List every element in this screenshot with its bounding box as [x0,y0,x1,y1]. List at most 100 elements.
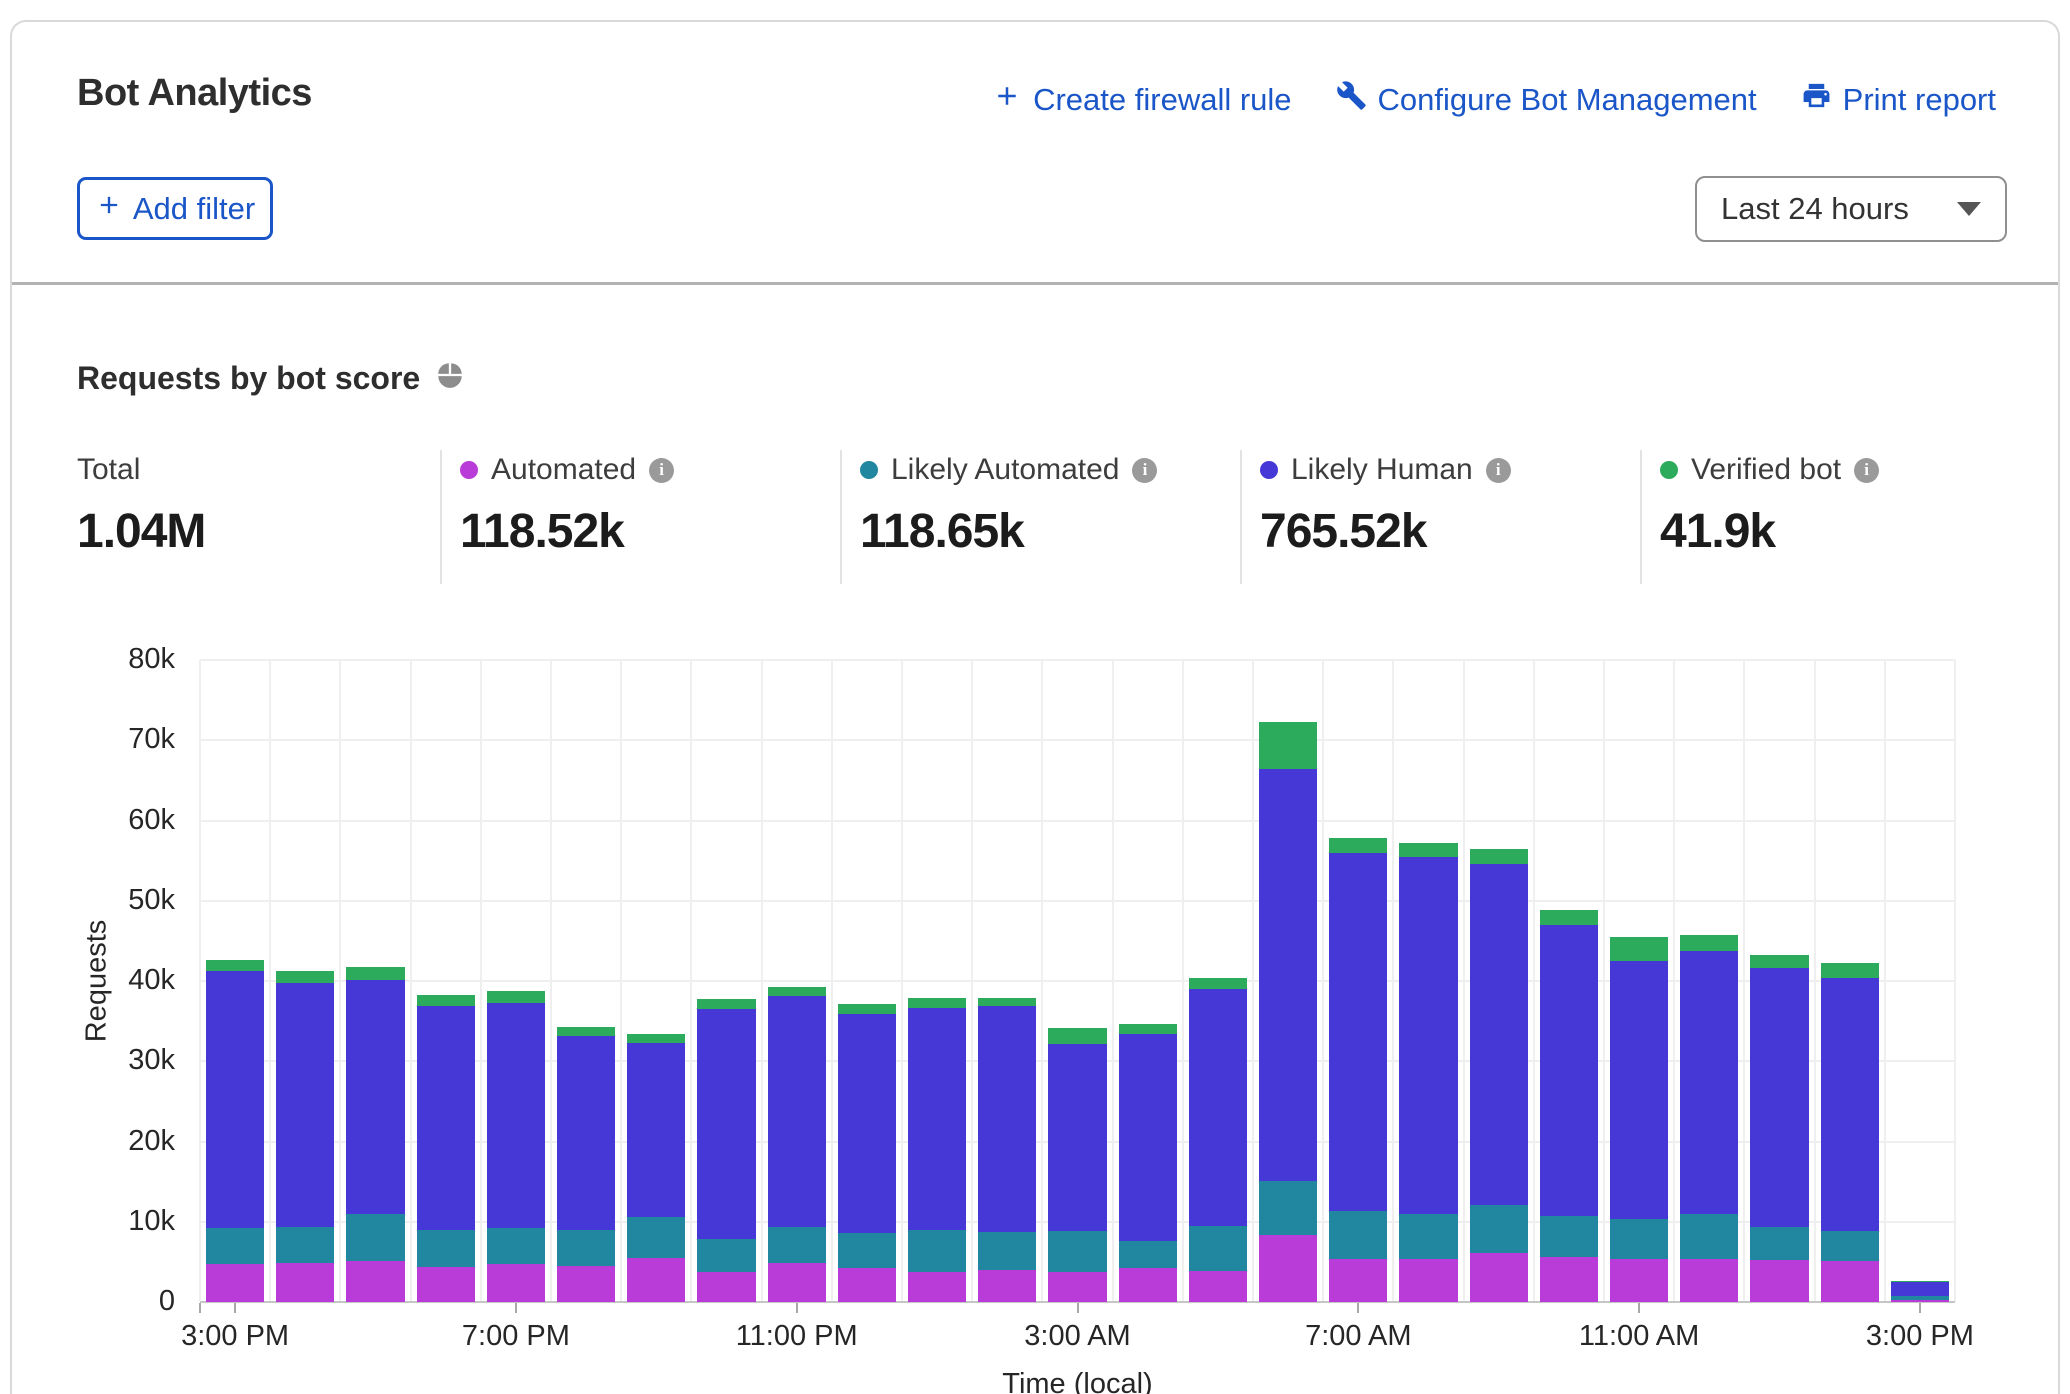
bar-segment-likely-human[interactable] [1259,769,1317,1181]
bar-segment-likely-automated[interactable] [1750,1227,1808,1260]
bar-segment-automated[interactable] [346,1261,404,1302]
bar-segment-verified-bot[interactable] [346,967,404,980]
bar-segment-verified-bot[interactable] [1399,843,1457,857]
bar-segment-automated[interactable] [1540,1257,1598,1302]
time-range-select[interactable]: Last 24 hours [1695,176,2007,242]
bar-segment-verified-bot[interactable] [1821,963,1879,978]
bar-segment-automated[interactable] [1399,1259,1457,1302]
bar-segment-likely-human[interactable] [1750,968,1808,1227]
bar-segment-likely-human[interactable] [206,971,264,1229]
bar-segment-likely-automated[interactable] [1329,1211,1387,1259]
bar-segment-likely-human[interactable] [276,983,334,1228]
bar-segment-likely-automated[interactable] [1470,1205,1528,1253]
bar-segment-likely-automated[interactable] [417,1230,475,1267]
bar-segment-likely-human[interactable] [1470,864,1528,1205]
bar-segment-automated[interactable] [557,1266,615,1302]
bar-segment-verified-bot[interactable] [627,1034,685,1043]
configure-bot-management-link[interactable]: Configure Bot Management [1336,80,1757,119]
bar-segment-likely-human[interactable] [417,1006,475,1230]
bar-segment-automated[interactable] [1259,1235,1317,1302]
bar-segment-automated[interactable] [417,1267,475,1302]
bar-segment-verified-bot[interactable] [557,1027,615,1036]
print-report-link[interactable]: Print report [1801,80,1996,119]
bar-segment-automated[interactable] [1470,1253,1528,1302]
bar-segment-likely-automated[interactable] [908,1230,966,1273]
bar-segment-likely-human[interactable] [1821,978,1879,1231]
bar-segment-automated[interactable] [978,1270,1036,1302]
bar-segment-automated[interactable] [1329,1259,1387,1302]
bar-segment-likely-automated[interactable] [978,1232,1036,1270]
bar-segment-likely-automated[interactable] [557,1230,615,1266]
bar-segment-verified-bot[interactable] [487,991,545,1003]
bar-segment-verified-bot[interactable] [1750,955,1808,969]
bar-segment-likely-automated[interactable] [1259,1181,1317,1236]
bar-segment-likely-human[interactable] [346,980,404,1214]
bar-segment-likely-automated[interactable] [1680,1214,1738,1259]
bar-segment-verified-bot[interactable] [1540,910,1598,924]
bar-segment-verified-bot[interactable] [1891,1281,1949,1282]
info-icon[interactable]: i [1854,458,1879,483]
bar-segment-likely-human[interactable] [1329,853,1387,1210]
bar-segment-likely-human[interactable] [1399,857,1457,1213]
bar-segment-verified-bot[interactable] [1329,838,1387,853]
bar-segment-likely-human[interactable] [1540,925,1598,1216]
bar-segment-automated[interactable] [697,1272,755,1302]
bar-segment-automated[interactable] [1750,1260,1808,1302]
bar-segment-likely-automated[interactable] [1540,1216,1598,1257]
bar-segment-likely-automated[interactable] [838,1233,896,1268]
bar-segment-likely-human[interactable] [1189,989,1247,1226]
bar-segment-verified-bot[interactable] [206,960,264,970]
bar-segment-automated[interactable] [908,1272,966,1302]
info-icon[interactable]: i [649,458,674,483]
bar-segment-likely-automated[interactable] [346,1214,404,1261]
bar-segment-verified-bot[interactable] [1680,935,1738,950]
bar-segment-automated[interactable] [838,1268,896,1303]
bar-segment-automated[interactable] [1891,1300,1949,1302]
bar-segment-verified-bot[interactable] [1610,937,1668,961]
bar-segment-likely-automated[interactable] [1399,1214,1457,1260]
bar-segment-automated[interactable] [206,1264,264,1302]
bar-segment-likely-automated[interactable] [1821,1231,1879,1261]
bar-segment-verified-bot[interactable] [1048,1028,1106,1043]
add-filter-button[interactable]: Add filter [77,177,273,240]
bar-segment-likely-human[interactable] [1610,961,1668,1219]
bar-segment-automated[interactable] [1189,1271,1247,1302]
bar-segment-automated[interactable] [1610,1259,1668,1302]
bar-segment-likely-human[interactable] [838,1014,896,1233]
bar-segment-verified-bot[interactable] [1119,1024,1177,1034]
bar-segment-likely-automated[interactable] [206,1228,264,1264]
create-firewall-rule-link[interactable]: Create firewall rule [992,81,1291,119]
bar-segment-verified-bot[interactable] [768,987,826,996]
bar-segment-likely-human[interactable] [487,1003,545,1228]
bar-segment-automated[interactable] [487,1264,545,1302]
bar-segment-verified-bot[interactable] [1189,978,1247,989]
bar-segment-automated[interactable] [276,1263,334,1302]
bar-segment-likely-automated[interactable] [697,1239,755,1273]
bar-segment-automated[interactable] [1821,1261,1879,1302]
bar-segment-verified-bot[interactable] [697,999,755,1009]
bar-segment-likely-automated[interactable] [487,1228,545,1264]
bar-segment-likely-automated[interactable] [1189,1226,1247,1271]
info-icon[interactable]: i [1132,458,1157,483]
bar-segment-likely-human[interactable] [557,1036,615,1230]
bar-segment-automated[interactable] [627,1258,685,1302]
bar-segment-likely-human[interactable] [908,1008,966,1229]
bar-segment-verified-bot[interactable] [838,1004,896,1014]
bar-segment-likely-human[interactable] [1119,1034,1177,1241]
bar-segment-likely-human[interactable] [1048,1044,1106,1231]
bar-segment-automated[interactable] [1119,1268,1177,1303]
bar-segment-likely-automated[interactable] [627,1217,685,1258]
bar-segment-likely-human[interactable] [1891,1282,1949,1296]
bar-segment-likely-automated[interactable] [1891,1296,1949,1299]
bar-segment-automated[interactable] [1680,1259,1738,1302]
bar-segment-likely-human[interactable] [768,996,826,1226]
info-icon[interactable]: i [1486,458,1511,483]
bar-segment-verified-bot[interactable] [1259,722,1317,769]
bar-segment-likely-human[interactable] [697,1009,755,1239]
bar-segment-verified-bot[interactable] [417,995,475,1006]
bar-segment-likely-human[interactable] [627,1043,685,1217]
bar-segment-likely-human[interactable] [1680,951,1738,1214]
bar-segment-likely-human[interactable] [978,1006,1036,1232]
bar-segment-verified-bot[interactable] [978,998,1036,1006]
bar-segment-automated[interactable] [1048,1272,1106,1302]
